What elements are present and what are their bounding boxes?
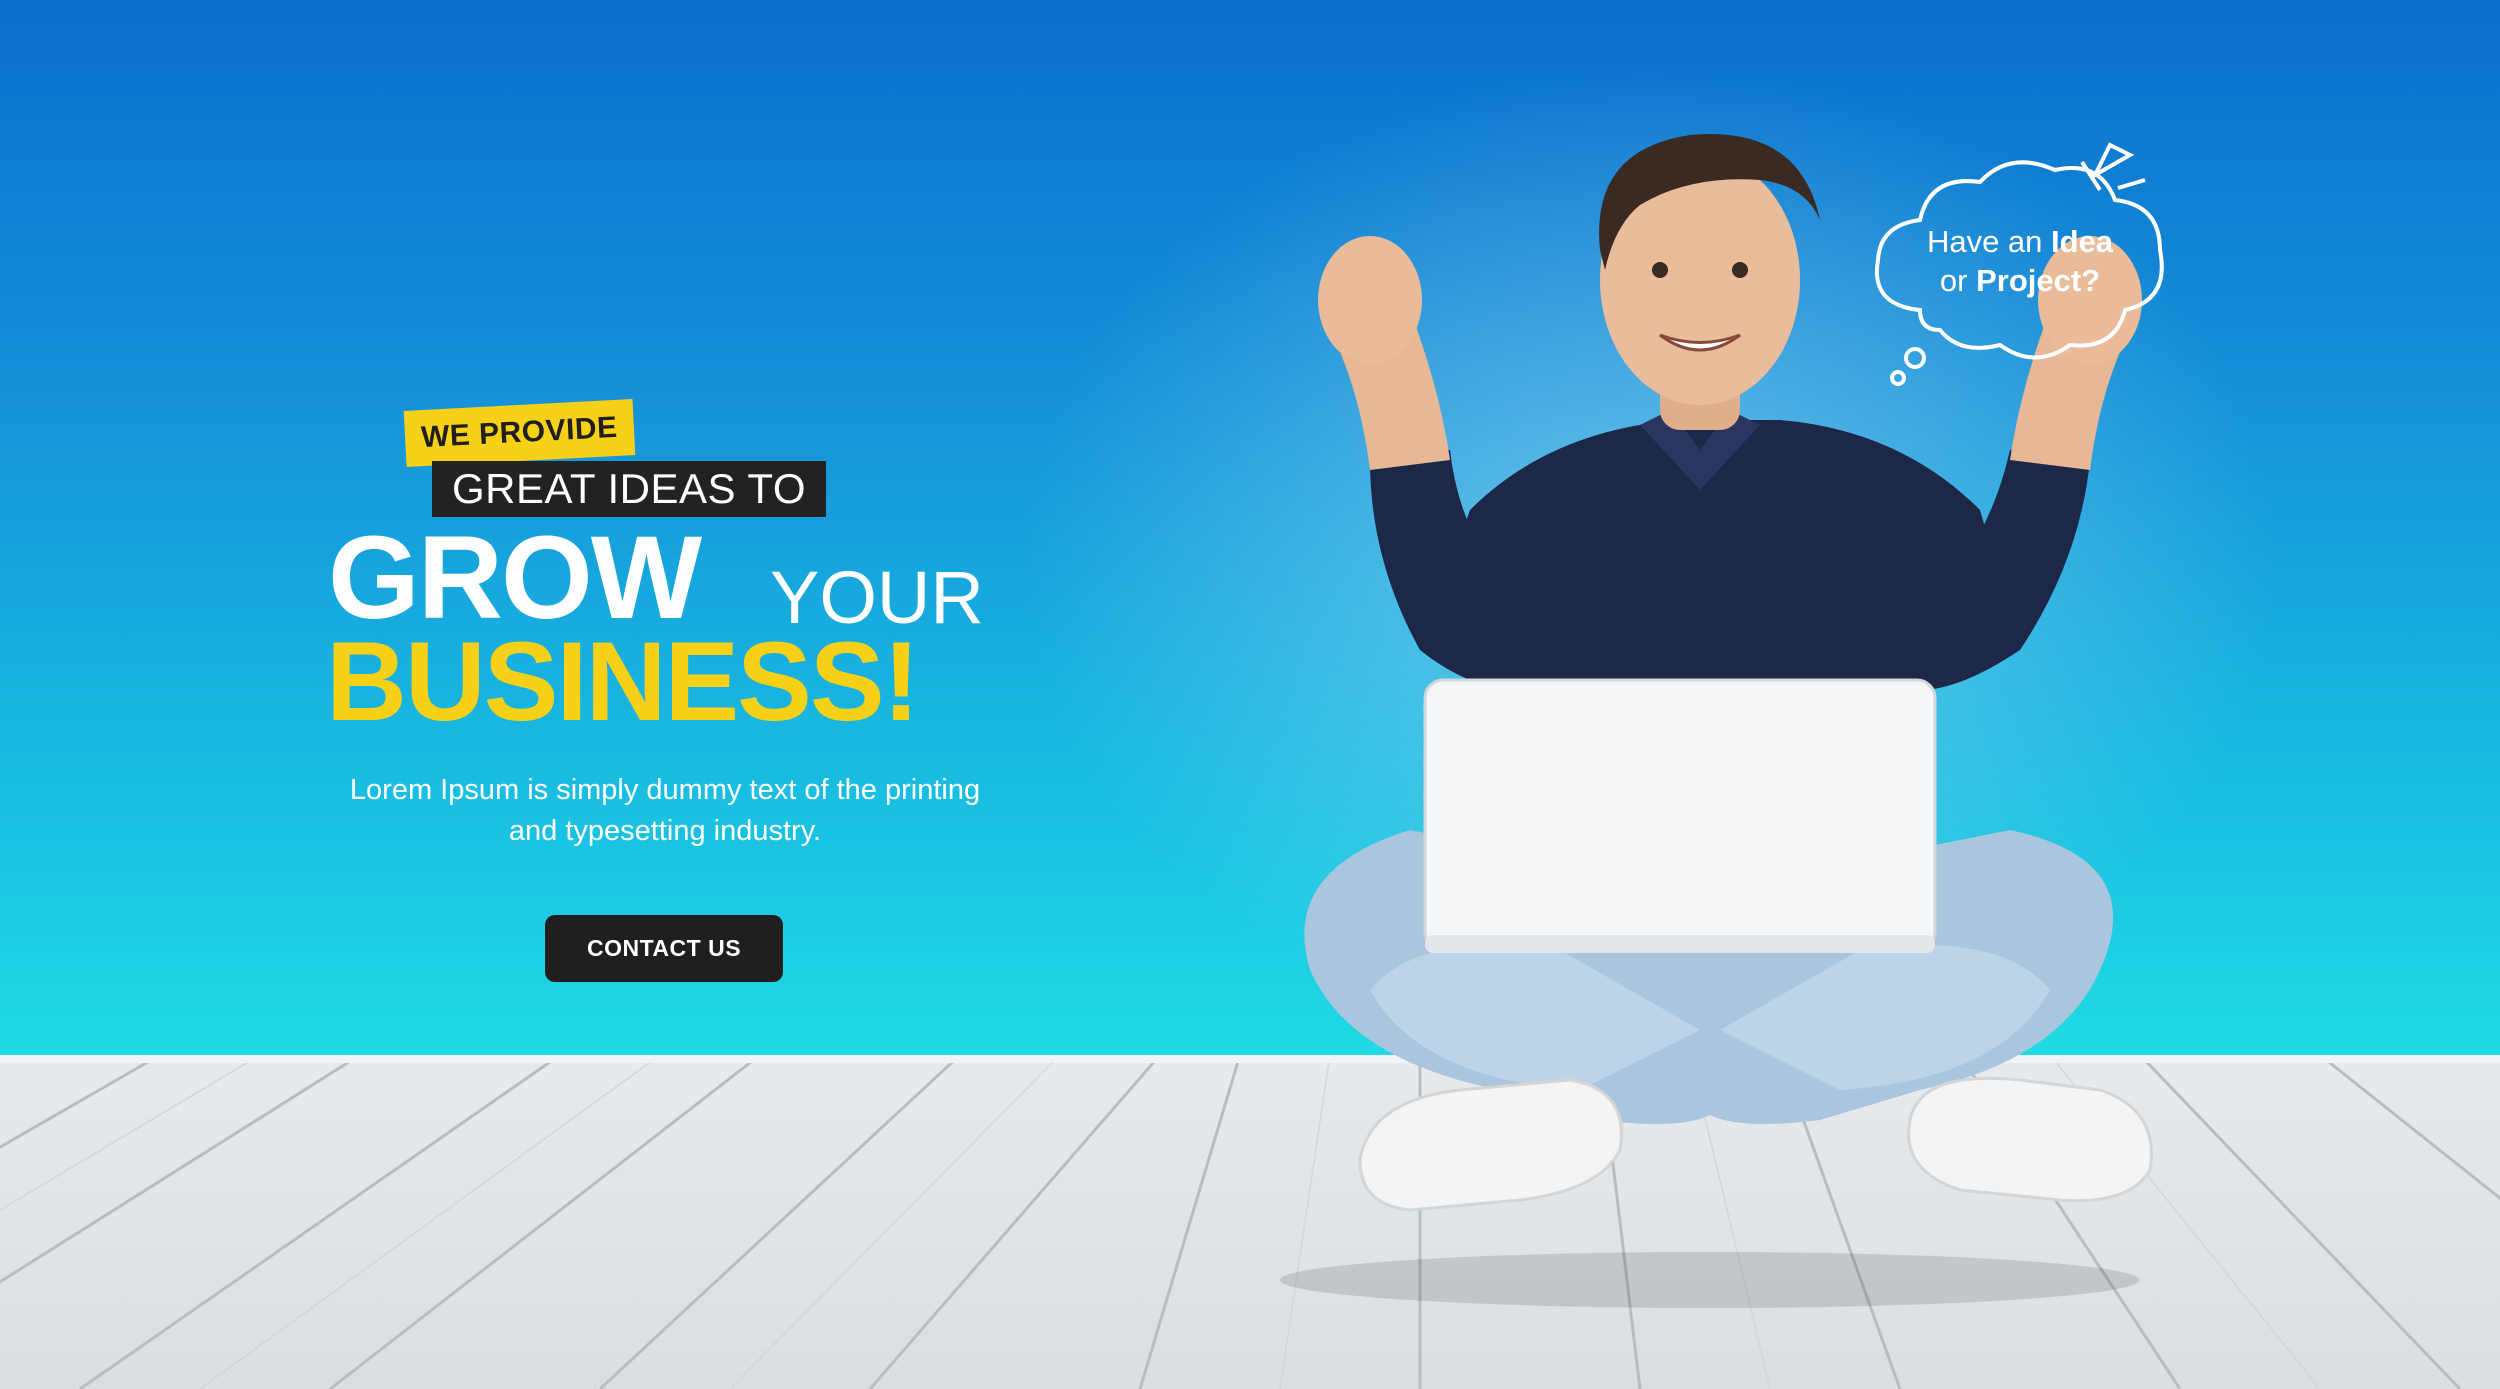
bubble-line2-prefix: or [1939,263,1977,298]
we-provide-tag: WE PROVIDE [403,399,636,467]
hero-description: Lorem Ipsum is simply dummy text of the … [349,774,981,847]
headline-business: BUSINESS! [326,619,920,744]
bubble-project-word: Project? [1976,263,2101,298]
bubble-text: Have an Idea or Project? [1880,222,2160,300]
sparkle-icon [2080,142,2146,192]
contact-us-button[interactable]: CONTACT US [545,915,783,982]
bubble-idea-word: Idea [2051,224,2114,259]
bubble-line1-prefix: Have an [1926,224,2052,259]
great-ideas-tag: GREAT IDEAS TO [432,461,826,517]
hero-banner: WE PROVIDE GREAT IDEAS TO GROW YOUR BUSI… [0,0,2500,1389]
